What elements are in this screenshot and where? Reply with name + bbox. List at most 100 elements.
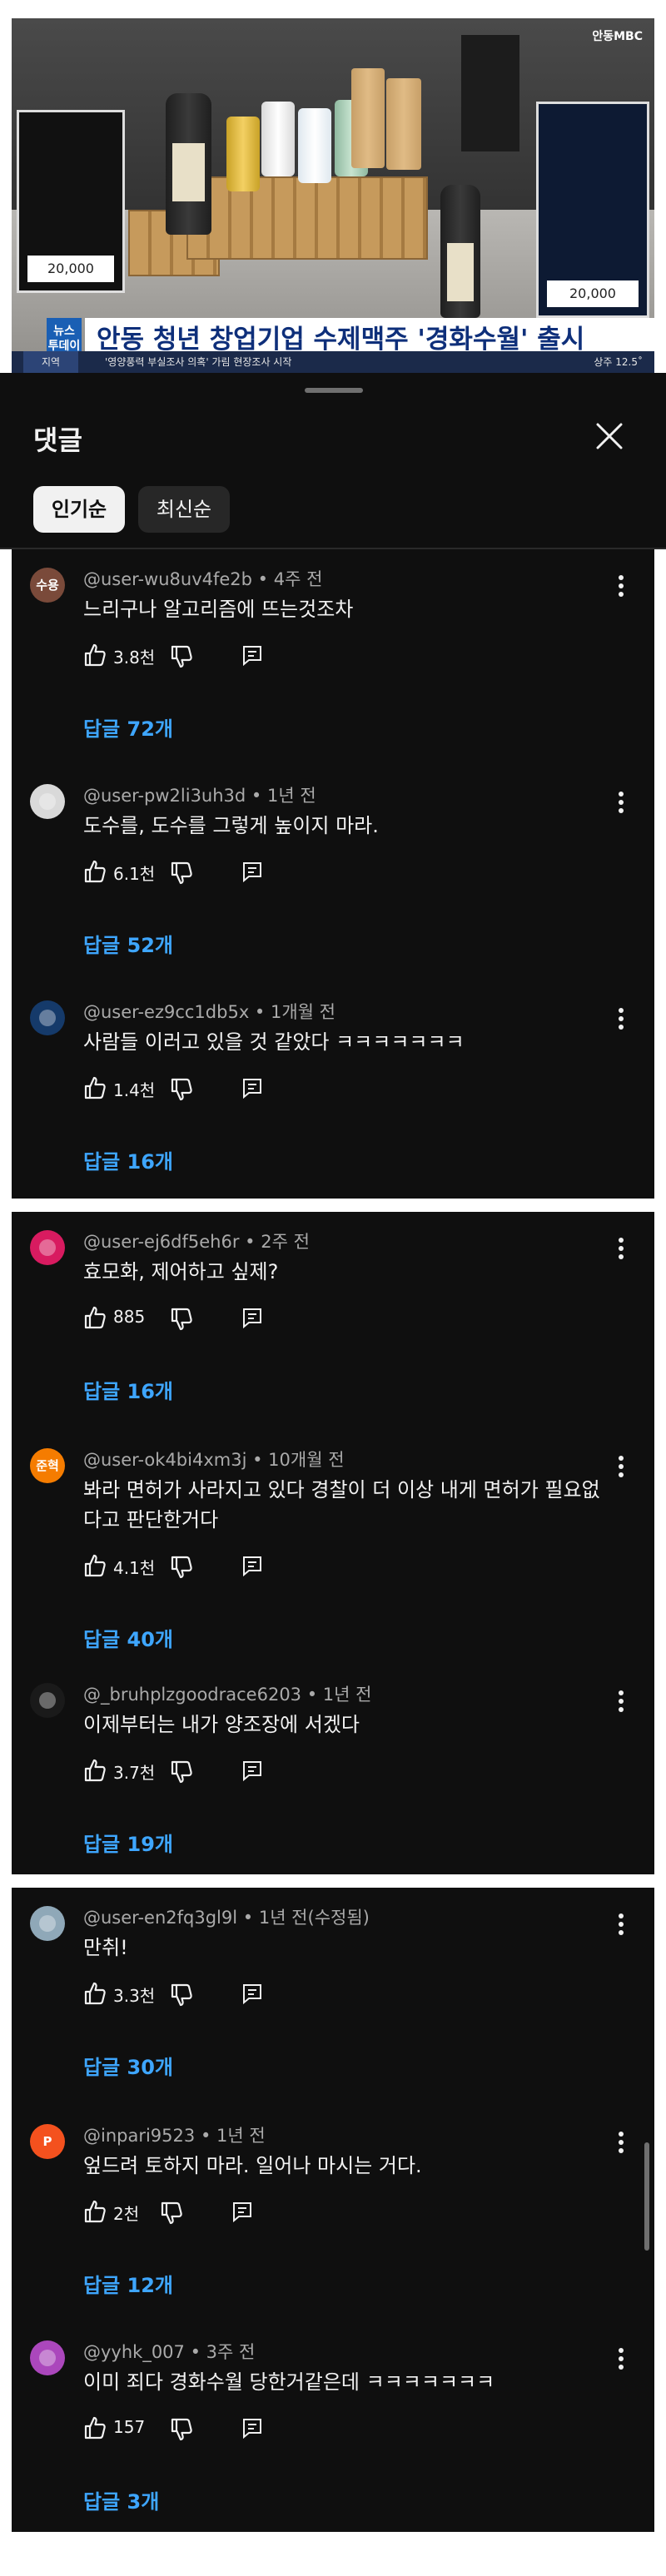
view-replies-link[interactable]: 답글 16개 — [83, 1145, 173, 1174]
comment-text: 이제부터는 내가 양조장에 서겠다 — [83, 1713, 360, 1736]
avatar[interactable]: 수용 — [30, 568, 65, 603]
thumbs-up-icon[interactable] — [83, 643, 107, 668]
comment-author[interactable]: @yyhk_007 — [83, 2342, 185, 2362]
thumbs-down-icon[interactable] — [170, 1760, 193, 1784]
view-replies-link[interactable]: 답글 40개 — [83, 1623, 173, 1652]
comment-time: 1년 전 — [322, 1685, 372, 1705]
thumbs-up-icon[interactable] — [83, 2415, 107, 2440]
comment-actions: 6.1천 — [83, 856, 333, 889]
comment-author[interactable]: @user-pw2li3uh3d — [83, 786, 246, 806]
sort-popular-chip[interactable]: 인기순 — [33, 486, 125, 533]
close-icon[interactable] — [593, 419, 626, 453]
view-replies-link[interactable]: 답글 19개 — [83, 1828, 173, 1857]
comments-panel-2: @user-ej6df5eh6r • 2주 전 효모화, 제어하고 싶제? 885 답… — [12, 1212, 654, 1874]
comment-actions: 3.3천 — [83, 1978, 333, 2011]
gift-tube-2 — [386, 78, 421, 170]
avatar[interactable] — [30, 2340, 65, 2375]
avatar[interactable]: P — [30, 2124, 65, 2159]
wooden-crate-center — [186, 176, 428, 260]
reply-icon[interactable] — [231, 2201, 253, 2222]
meta-separator: • — [184, 2342, 206, 2362]
more-options-icon[interactable] — [611, 1909, 631, 1939]
reply-icon[interactable] — [241, 2417, 263, 2439]
reply-icon[interactable] — [241, 644, 263, 666]
comment-author[interactable]: @_bruhplzgoodrace6203 — [83, 1685, 301, 1705]
thumbs-down-icon[interactable] — [160, 2201, 183, 2226]
thumbs-up-icon[interactable] — [83, 859, 107, 884]
comment-author[interactable]: @user-ez9cc1db5x — [83, 1002, 249, 1022]
avatar-image-icon — [39, 1915, 56, 1932]
thumbs-down-icon[interactable] — [170, 861, 193, 886]
thumbs-down-icon[interactable] — [170, 1983, 193, 2008]
comment-text: 느리구나 알고리즘에 뜨는것조차 — [83, 598, 354, 621]
thumbs-up-icon[interactable] — [83, 2199, 107, 2224]
sort-newest-chip[interactable]: 최신순 — [138, 486, 230, 533]
more-options-icon[interactable] — [611, 1686, 631, 1716]
comment-actions: 157 — [83, 2412, 333, 2445]
thumbs-down-icon[interactable] — [170, 2417, 193, 2442]
comment-text: 도수를, 도수를 그렇게 높이지 마라. — [83, 814, 379, 837]
drag-handle[interactable] — [305, 388, 363, 393]
more-options-icon[interactable] — [611, 2344, 631, 2374]
view-replies-link[interactable]: 답글 30개 — [83, 2051, 173, 2080]
channel-logo-text: 안동MBC — [592, 30, 643, 43]
comment-author[interactable]: @user-en2fq3gl9l — [83, 1908, 237, 1928]
thumbs-down-icon[interactable] — [170, 1077, 193, 1102]
avatar[interactable] — [30, 1000, 65, 1035]
avatar-image-icon — [39, 1010, 56, 1026]
comment-author[interactable]: @user-ok4bi4xm3j — [83, 1450, 246, 1470]
avatar[interactable] — [30, 1683, 65, 1718]
beer-can-1 — [226, 117, 260, 191]
more-options-icon[interactable] — [611, 571, 631, 601]
avatar-image-icon — [39, 793, 56, 810]
view-replies-link[interactable]: 답글 72개 — [83, 712, 173, 742]
avatar[interactable]: 준혁 — [30, 1448, 65, 1483]
comment-meta: @inpari9523 • 1년 전 — [83, 2122, 266, 2147]
thumbs-down-icon[interactable] — [170, 644, 193, 669]
comment-item: @_bruhplzgoodrace6203 • 1년 전이제부터는 내가 양조장… — [12, 1665, 654, 1874]
reply-icon[interactable] — [241, 1760, 263, 1781]
ticker-text: '영양풍력 부실조사 의혹' 가림 현장조사 시작 — [105, 356, 292, 368]
thumbs-down-icon[interactable] — [170, 1307, 193, 1332]
reply-icon[interactable] — [241, 1983, 263, 2004]
avatar[interactable] — [30, 784, 65, 819]
meta-separator: • — [246, 786, 267, 806]
view-replies-link[interactable]: 답글 3개 — [83, 2485, 159, 2514]
view-replies-link[interactable]: 답글 16개 — [83, 1375, 173, 1404]
comment-item: P @inpari9523 • 1년 전 엎드려 토하지 마라. 일어나 마시는 거… — [12, 2106, 654, 2322]
thumbs-up-icon[interactable] — [83, 1981, 107, 2006]
thumbs-up-icon[interactable] — [83, 1758, 107, 1783]
video-player[interactable]: 20,000 20,000 안동MBC 뉴스 투데이 안동 청년 창업기업 수제… — [12, 18, 654, 373]
more-options-icon[interactable] — [611, 1233, 631, 1263]
thumbs-up-icon[interactable] — [83, 1075, 107, 1100]
comments-title: 댓글 — [33, 424, 82, 456]
more-options-icon[interactable] — [611, 787, 631, 817]
scrollbar-thumb[interactable] — [644, 2142, 649, 2251]
comment-text: 봐라 면허가 사라지고 있다 경찰이 더 이상 내게 면허가 필요없다고 판단한… — [83, 1478, 600, 1531]
view-replies-link[interactable]: 답글 52개 — [83, 929, 173, 958]
comment-author[interactable]: @user-ej6df5eh6r — [83, 1232, 239, 1252]
avatar[interactable] — [30, 1906, 65, 1941]
comment-item: 준혁 @user-ok4bi4xm3j • 10개월 전 봐라 면허가 사라지고 있… — [12, 1430, 654, 1651]
like-count: 4.1천 — [113, 1558, 156, 1578]
comment-meta: @user-en2fq3gl9l • 1년 전(수정됨) — [83, 1904, 370, 1929]
comment-author[interactable]: @user-wu8uv4fe2b — [83, 569, 252, 589]
comment-author[interactable]: @inpari9523 — [83, 2126, 195, 2146]
reply-icon[interactable] — [241, 861, 263, 882]
ticker-region: 지역 — [23, 351, 78, 373]
thumbs-up-icon[interactable] — [83, 1305, 107, 1330]
more-options-icon[interactable] — [611, 1452, 631, 1482]
thumbs-up-icon[interactable] — [83, 1553, 107, 1578]
avatar[interactable] — [30, 1230, 65, 1265]
comment-meta: @yyhk_007 • 3주 전 — [83, 2339, 255, 2364]
reply-icon[interactable] — [241, 1555, 263, 1576]
reply-icon[interactable] — [241, 1077, 263, 1099]
more-options-icon[interactable] — [611, 1004, 631, 1034]
reply-icon[interactable] — [241, 1307, 263, 1328]
thumbs-down-icon[interactable] — [170, 1555, 193, 1580]
view-replies-link[interactable]: 답글 12개 — [83, 2269, 173, 2298]
comment-meta: @_bruhplzgoodrace6203 • 1년 전 — [83, 1681, 371, 1706]
avatar-initials: 수용 — [36, 578, 59, 593]
comment-item: @user-en2fq3gl9l • 1년 전(수정됨) 만취! 3.3천 답글 30… — [12, 1888, 654, 2104]
more-options-icon[interactable] — [611, 2127, 631, 2157]
